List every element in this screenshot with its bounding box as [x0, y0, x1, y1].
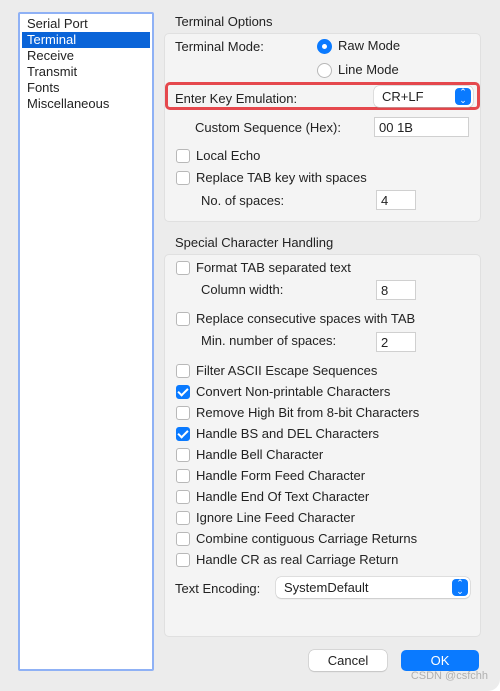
option-checkbox[interactable]: [176, 553, 190, 567]
cancel-button[interactable]: Cancel: [309, 650, 387, 671]
option-label[interactable]: Handle Bell Character: [196, 447, 323, 463]
num-spaces-input[interactable]: 4: [376, 190, 416, 210]
option-label[interactable]: Handle BS and DEL Characters: [196, 426, 379, 442]
text-encoding-label: Text Encoding:: [175, 581, 261, 596]
option-checkbox[interactable]: [176, 364, 190, 378]
option-checkbox[interactable]: [176, 427, 190, 441]
enter-key-select[interactable]: CR+LF ⌃ ⌄: [374, 86, 473, 107]
raw-mode-radio[interactable]: [317, 39, 332, 54]
option-label[interactable]: Handle CR as real Carriage Return: [196, 552, 398, 568]
replace-spaces-checkbox[interactable]: [176, 312, 190, 326]
option-checkbox[interactable]: [176, 490, 190, 504]
option-label[interactable]: Convert Non-printable Characters: [196, 384, 390, 400]
local-echo-checkbox[interactable]: [176, 149, 190, 163]
category-list[interactable]: Serial Port Terminal Receive Transmit Fo…: [18, 12, 154, 671]
option-label[interactable]: Handle Form Feed Character: [196, 468, 365, 484]
chevron-updown-icon: ⌃ ⌄: [455, 88, 471, 105]
option-label[interactable]: Combine contiguous Carriage Returns: [196, 531, 417, 547]
raw-mode-label[interactable]: Raw Mode: [338, 38, 400, 54]
format-tab-checkbox[interactable]: [176, 261, 190, 275]
min-spaces-input[interactable]: 2: [376, 332, 416, 352]
custom-sequence-label: Custom Sequence (Hex):: [195, 120, 341, 135]
category-transmit[interactable]: Transmit: [22, 64, 150, 80]
text-encoding-value: SystemDefault: [284, 580, 369, 595]
option-label[interactable]: Filter ASCII Escape Sequences: [196, 363, 377, 379]
enter-key-label: Enter Key Emulation:: [175, 91, 298, 106]
category-fonts[interactable]: Fonts: [22, 80, 150, 96]
option-label[interactable]: Ignore Line Feed Character: [196, 510, 355, 526]
chevron-updown-icon: ⌃ ⌄: [452, 579, 468, 596]
option-checkbox[interactable]: [176, 406, 190, 420]
custom-sequence-input[interactable]: 00 1B: [374, 117, 469, 137]
preferences-window: Serial Port Terminal Receive Transmit Fo…: [0, 0, 500, 691]
min-spaces-label: Min. number of spaces:: [201, 333, 337, 348]
special-handling-title: Special Character Handling: [175, 235, 334, 250]
num-spaces-label: No. of spaces:: [201, 193, 285, 208]
enter-key-value: CR+LF: [382, 89, 424, 104]
format-tab-label[interactable]: Format TAB separated text: [196, 260, 351, 276]
column-width-input[interactable]: 8: [376, 280, 416, 300]
category-receive[interactable]: Receive: [22, 48, 150, 64]
line-mode-radio[interactable]: [317, 63, 332, 78]
option-checkbox[interactable]: [176, 448, 190, 462]
option-checkbox[interactable]: [176, 511, 190, 525]
replace-tab-checkbox[interactable]: [176, 171, 190, 185]
line-mode-label[interactable]: Line Mode: [338, 62, 399, 78]
option-label[interactable]: Remove High Bit from 8-bit Characters: [196, 405, 419, 421]
watermark: CSDN @csfchh: [410, 670, 488, 682]
terminal-options-title: Terminal Options: [175, 14, 273, 29]
category-serial-port[interactable]: Serial Port: [22, 16, 150, 32]
column-width-label: Column width:: [201, 282, 284, 297]
replace-spaces-label[interactable]: Replace consecutive spaces with TAB: [196, 311, 415, 327]
category-terminal[interactable]: Terminal: [22, 32, 150, 48]
option-label[interactable]: Handle End Of Text Character: [196, 489, 369, 505]
category-miscellaneous[interactable]: Miscellaneous: [22, 96, 150, 112]
ok-button[interactable]: OK: [401, 650, 479, 671]
terminal-mode-label: Terminal Mode:: [175, 39, 264, 54]
option-checkbox[interactable]: [176, 532, 190, 546]
option-checkbox[interactable]: [176, 385, 190, 399]
local-echo-label[interactable]: Local Echo: [196, 148, 260, 164]
text-encoding-select[interactable]: SystemDefault ⌃ ⌄: [276, 577, 470, 598]
replace-tab-label[interactable]: Replace TAB key with spaces: [196, 170, 367, 186]
option-checkbox[interactable]: [176, 469, 190, 483]
